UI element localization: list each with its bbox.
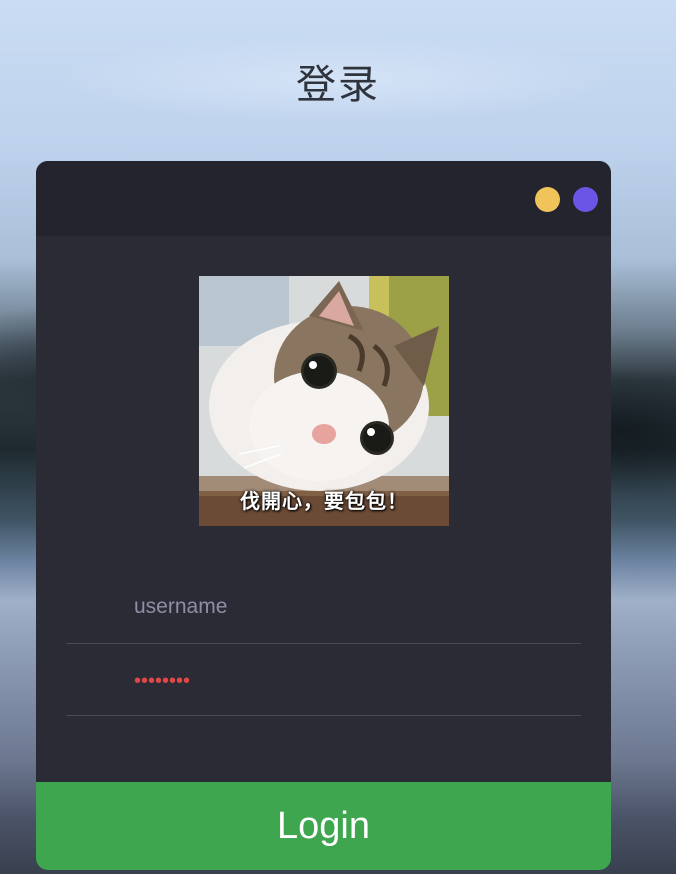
avatar: 伐開心，要包包！ [199,276,449,526]
login-button[interactable]: Login [36,782,611,870]
username-field [66,573,581,644]
password-input[interactable] [132,665,556,697]
avatar-caption: 伐開心，要包包！ [240,489,408,513]
yellow-dot-icon [535,187,560,212]
page-title: 登录 [296,62,380,108]
card-header [36,161,611,236]
username-input[interactable] [132,591,556,623]
password-field [66,645,581,716]
login-card: 伐開心，要包包！ Login [36,161,611,870]
purple-dot-icon [573,187,598,212]
